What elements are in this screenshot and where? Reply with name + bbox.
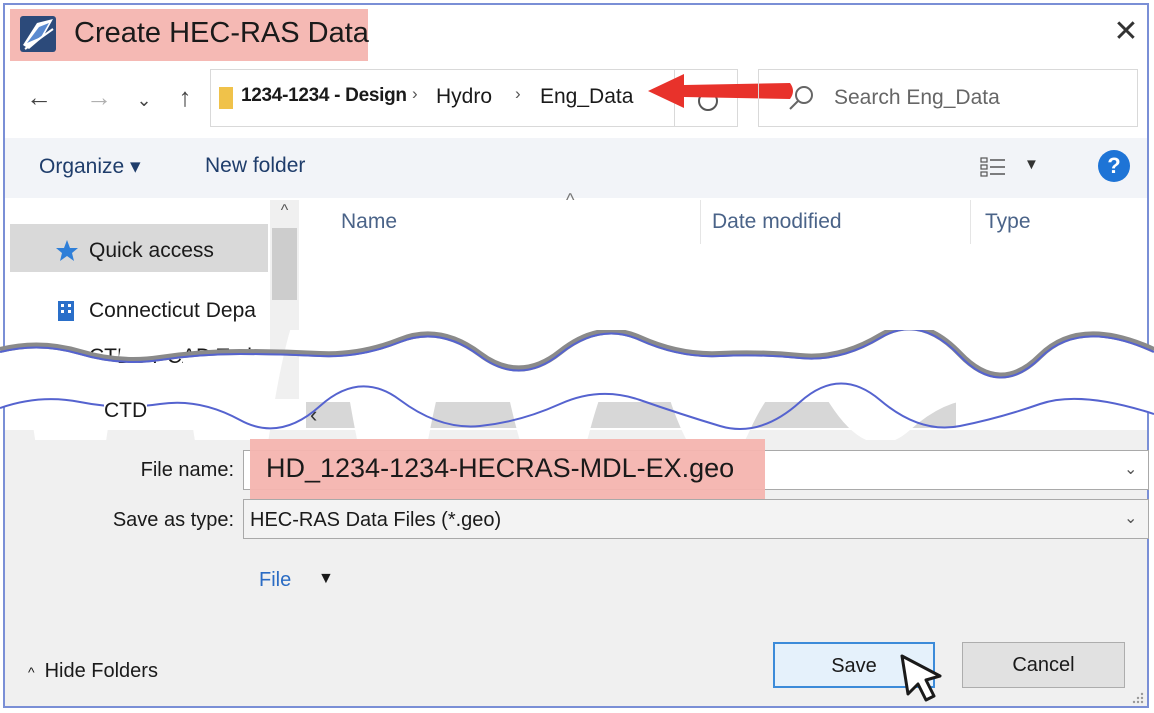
command-bar — [5, 138, 1147, 198]
chevron-up-icon: ^ — [28, 664, 35, 680]
forward-button[interactable]: → — [82, 77, 116, 117]
folder-icon — [219, 87, 233, 109]
file-name-label: File name: — [140, 459, 234, 481]
breadcrumb-hydro[interactable]: Hydro — [436, 85, 492, 109]
up-folder-button[interactable]: ↑ — [168, 77, 202, 117]
view-options-icon[interactable] — [979, 155, 1007, 179]
nav-item-connecticut[interactable]: Connecticut Depa — [89, 299, 256, 323]
save-as-type-label: Save as type: — [112, 509, 234, 531]
page-break-wave — [0, 330, 1154, 440]
view-dropdown-chevron-icon[interactable]: ▼ — [1024, 156, 1039, 173]
file-name-value[interactable]: HD_1234-1234-HECRAS-MDL-EX.geo — [266, 453, 734, 484]
search-placeholder: Search Eng_Data — [834, 86, 1000, 109]
window-title: Create HEC-RAS Data — [74, 17, 369, 49]
close-button[interactable]: ✕ — [1108, 14, 1144, 50]
mouse-cursor-icon — [900, 654, 942, 702]
column-type[interactable]: Type — [985, 210, 1031, 234]
nav-item-ctd-overlay: CTD — [104, 399, 148, 423]
building-icon — [58, 301, 74, 321]
search-icon — [789, 86, 813, 110]
back-button[interactable]: ← — [22, 77, 56, 117]
new-folder-button[interactable]: New folder — [205, 154, 305, 178]
column-date-modified[interactable]: Date modified — [712, 210, 842, 234]
nav-item-quick-access[interactable]: Quick access — [89, 239, 214, 263]
star-icon — [56, 240, 78, 261]
scroll-up-arrow-icon[interactable]: ^ — [272, 202, 297, 220]
column-name[interactable]: Name — [341, 210, 397, 234]
file-name-dropdown-chevron-icon[interactable]: ⌄ — [1124, 459, 1137, 479]
hide-folders-button[interactable]: ^ Hide Folders — [28, 660, 158, 683]
breadcrumb-separator: › — [412, 84, 418, 103]
breadcrumb-eng-data[interactable]: Eng_Data — [540, 85, 633, 109]
file-options-dropdown-icon[interactable]: ▼ — [318, 570, 334, 588]
cancel-button[interactable]: Cancel — [962, 642, 1125, 688]
file-options-link[interactable]: File — [259, 569, 291, 592]
organize-menu[interactable]: Organize ▾ — [39, 154, 141, 179]
resize-grip-icon[interactable] — [1132, 692, 1144, 704]
help-button[interactable]: ? — [1098, 150, 1130, 182]
hide-folders-label: Hide Folders — [44, 660, 158, 682]
sort-ascending-icon: ^ — [566, 190, 575, 210]
column-divider[interactable] — [700, 200, 701, 244]
nav-scroll-thumb[interactable] — [272, 228, 297, 300]
save-as-type-value[interactable]: HEC-RAS Data Files (*.geo) — [250, 509, 501, 532]
breadcrumb-design[interactable]: 1234-1234 - Design — [241, 85, 407, 107]
recent-locations-dropdown[interactable]: ⌄ — [131, 80, 157, 120]
app-icon — [20, 16, 56, 52]
column-divider[interactable] — [970, 200, 971, 244]
breadcrumb-separator: › — [515, 84, 521, 103]
save-as-type-chevron-icon[interactable]: ⌄ — [1124, 508, 1137, 528]
